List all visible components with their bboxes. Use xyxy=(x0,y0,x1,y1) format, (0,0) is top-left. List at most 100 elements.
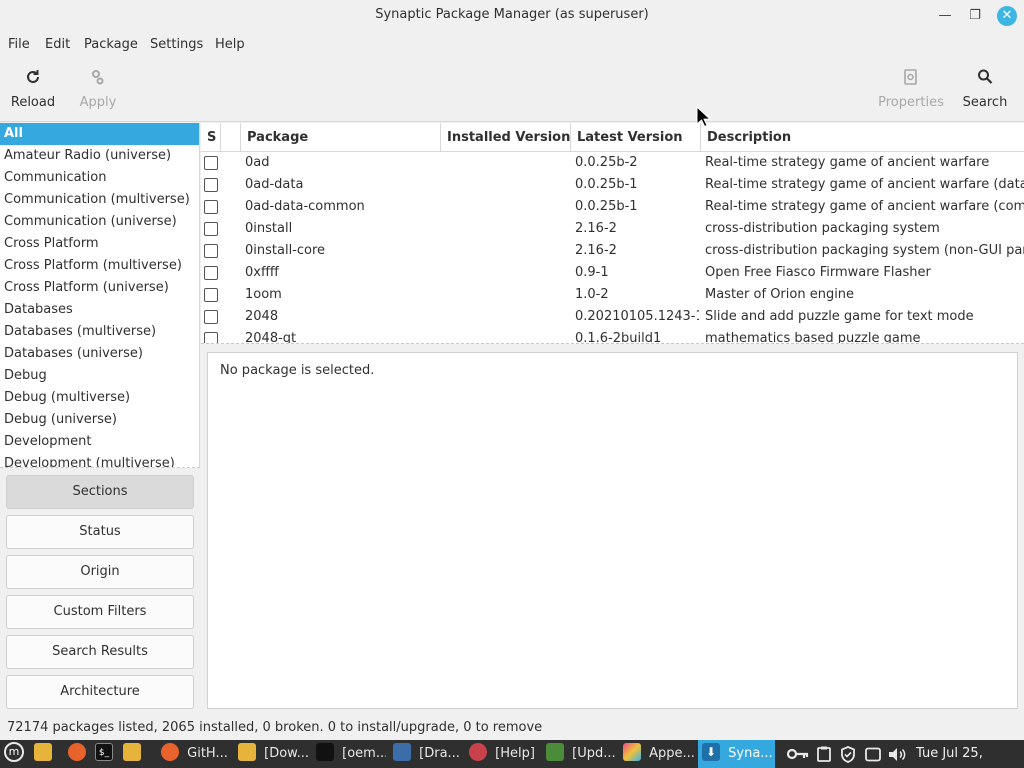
update-shield-icon[interactable] xyxy=(840,740,856,768)
menu-package[interactable]: Package xyxy=(84,37,138,52)
menu-edit[interactable]: Edit xyxy=(45,37,70,52)
section-item[interactable]: Cross Platform (universe) xyxy=(0,277,199,299)
properties-button[interactable]: Properties xyxy=(876,68,946,116)
description-cell: Slide and add puzzle game for text mode xyxy=(705,309,974,324)
section-item[interactable]: Communication (multiverse) xyxy=(0,189,199,211)
show-desktop-button[interactable] xyxy=(34,740,54,768)
package-name-cell: 0install xyxy=(245,221,293,236)
table-row[interactable]: 0install-core 2.16-2 cross-distribution pa… xyxy=(201,240,1024,262)
section-item[interactable]: Amateur Radio (universe) xyxy=(0,145,199,167)
firefox-launcher[interactable] xyxy=(68,740,88,768)
search-results-button[interactable]: Search Results xyxy=(6,635,194,669)
section-item[interactable]: Debug (universe) xyxy=(0,409,199,431)
taskbar-window-label: [Dra... xyxy=(419,746,459,761)
no-selection-message: No package is selected. xyxy=(220,363,375,378)
package-checkbox[interactable] xyxy=(204,178,218,192)
description-cell: cross-distribution packaging system (non… xyxy=(705,243,1024,258)
sections-list[interactable]: All Amateur Radio (universe) Communicati… xyxy=(0,123,200,468)
menu-help[interactable]: Help xyxy=(215,37,245,52)
table-row[interactable]: 2048-qt 0.1.6-2build1 mathematics based pu… xyxy=(201,328,1024,344)
table-row[interactable]: 1oom 1.0-2 Master of Orion engine xyxy=(201,284,1024,306)
table-row[interactable]: 0ad-data-common 0.0.25b-1 Real-time strate… xyxy=(201,196,1024,218)
taskbar-window[interactable]: Appe... xyxy=(623,740,695,768)
toolbar: Reload Apply Properties Search xyxy=(0,60,1024,122)
description-cell: Open Free Fiasco Firmware Flasher xyxy=(705,265,931,280)
table-row[interactable]: 0ad-data 0.0.25b-1 Real-time strategy game… xyxy=(201,174,1024,196)
package-checkbox[interactable] xyxy=(204,244,218,258)
shield-icon xyxy=(546,743,564,761)
minimize-button[interactable]: — xyxy=(935,6,955,26)
reload-icon xyxy=(8,68,58,90)
section-item[interactable]: Debug (multiverse) xyxy=(0,387,199,409)
package-checkbox[interactable] xyxy=(204,332,218,343)
reload-button[interactable]: Reload xyxy=(8,68,58,116)
section-item[interactable]: Communication xyxy=(0,167,199,189)
custom-filters-button[interactable]: Custom Filters xyxy=(6,595,194,629)
latest-version-cell: 0.20210105.1243-1 xyxy=(575,309,699,324)
package-checkbox[interactable] xyxy=(204,200,218,214)
section-item[interactable]: Databases (universe) xyxy=(0,343,199,365)
taskbar-window[interactable]: GitH... xyxy=(161,740,233,768)
window-title: Synaptic Package Manager (as superuser) xyxy=(375,7,649,22)
taskbar-window[interactable]: [Dra... xyxy=(393,740,459,768)
key-icon[interactable] xyxy=(786,740,809,768)
table-row[interactable]: 0ad 0.0.25b-2 Real-time strategy game of a… xyxy=(201,152,1024,174)
architecture-button[interactable]: Architecture xyxy=(6,675,194,709)
latest-version-cell: 0.0.25b-1 xyxy=(575,199,638,214)
section-item[interactable]: Databases xyxy=(0,299,199,321)
column-header-support[interactable] xyxy=(221,123,241,152)
clipboard-icon[interactable] xyxy=(817,740,831,768)
taskbar-window[interactable]: [Dow... xyxy=(238,740,312,768)
taskbar-window[interactable]: [Upd... xyxy=(546,740,618,768)
column-header-status[interactable]: S xyxy=(201,123,221,152)
description-cell: Master of Orion engine xyxy=(705,287,855,302)
package-checkbox[interactable] xyxy=(204,288,218,302)
column-header-description[interactable]: Description xyxy=(701,123,1024,152)
latest-version-cell: 0.1.6-2build1 xyxy=(575,331,662,344)
package-checkbox[interactable] xyxy=(204,156,218,170)
section-item[interactable]: Debug xyxy=(0,365,199,387)
column-header-package[interactable]: Package xyxy=(241,123,441,152)
taskbar-window-active[interactable]: ⬇ Syna... xyxy=(698,740,775,768)
package-checkbox[interactable] xyxy=(204,310,218,324)
display-icon[interactable] xyxy=(865,740,881,768)
taskbar-window[interactable]: [oem... xyxy=(316,740,386,768)
close-button[interactable]: ✕ xyxy=(997,6,1017,26)
volume-icon[interactable] xyxy=(888,740,906,768)
package-checkbox[interactable] xyxy=(204,222,218,236)
section-item-all[interactable]: All xyxy=(0,123,199,145)
search-button[interactable]: Search xyxy=(961,68,1009,116)
table-row[interactable]: 0install 2.16-2 cross-distribution packagi… xyxy=(201,218,1024,240)
package-name-cell: 2048-qt xyxy=(245,331,297,344)
taskbar-window-label: [Upd... xyxy=(572,746,616,761)
column-header-latest-version[interactable]: Latest Version xyxy=(571,123,701,152)
origin-button[interactable]: Origin xyxy=(6,555,194,589)
taskbar-window[interactable]: [Help] xyxy=(469,740,535,768)
terminal-launcher[interactable]: $_ xyxy=(95,740,115,768)
column-header-installed-version[interactable]: Installed Version xyxy=(441,123,571,152)
description-cell: cross-distribution packaging system xyxy=(705,221,940,236)
menu-settings[interactable]: Settings xyxy=(150,37,203,52)
section-item[interactable]: Cross Platform (multiverse) xyxy=(0,255,199,277)
files-launcher[interactable] xyxy=(123,740,143,768)
section-item[interactable]: Development xyxy=(0,431,199,453)
maximize-button[interactable]: ❐ xyxy=(965,6,985,26)
desktop-folder-icon xyxy=(34,743,52,761)
table-row[interactable]: 0xffff 0.9-1 Open Free Fiasco Firmware Fla… xyxy=(201,262,1024,284)
section-item[interactable]: Databases (multiverse) xyxy=(0,321,199,343)
status-button[interactable]: Status xyxy=(6,515,194,549)
menu-file[interactable]: File xyxy=(8,37,30,52)
table-header: S Package Installed Version Latest Versi… xyxy=(201,123,1024,152)
package-name-cell: 0ad-data-common xyxy=(245,199,365,214)
package-checkbox[interactable] xyxy=(204,266,218,280)
section-item[interactable]: Development (multiverse) xyxy=(0,453,199,467)
section-item[interactable]: Communication (universe) xyxy=(0,211,199,233)
apply-button[interactable]: Apply xyxy=(76,68,120,116)
firefox-icon xyxy=(68,743,86,761)
section-item[interactable]: Cross Platform xyxy=(0,233,199,255)
sections-button[interactable]: Sections xyxy=(6,475,194,509)
table-row[interactable]: 2048 0.20210105.1243-1 Slide and add puzzl… xyxy=(201,306,1024,328)
search-icon xyxy=(961,68,1009,90)
clock[interactable]: Tue Jul 25, 00:40 xyxy=(916,740,1024,768)
mint-menu-button[interactable]: m xyxy=(4,740,28,768)
